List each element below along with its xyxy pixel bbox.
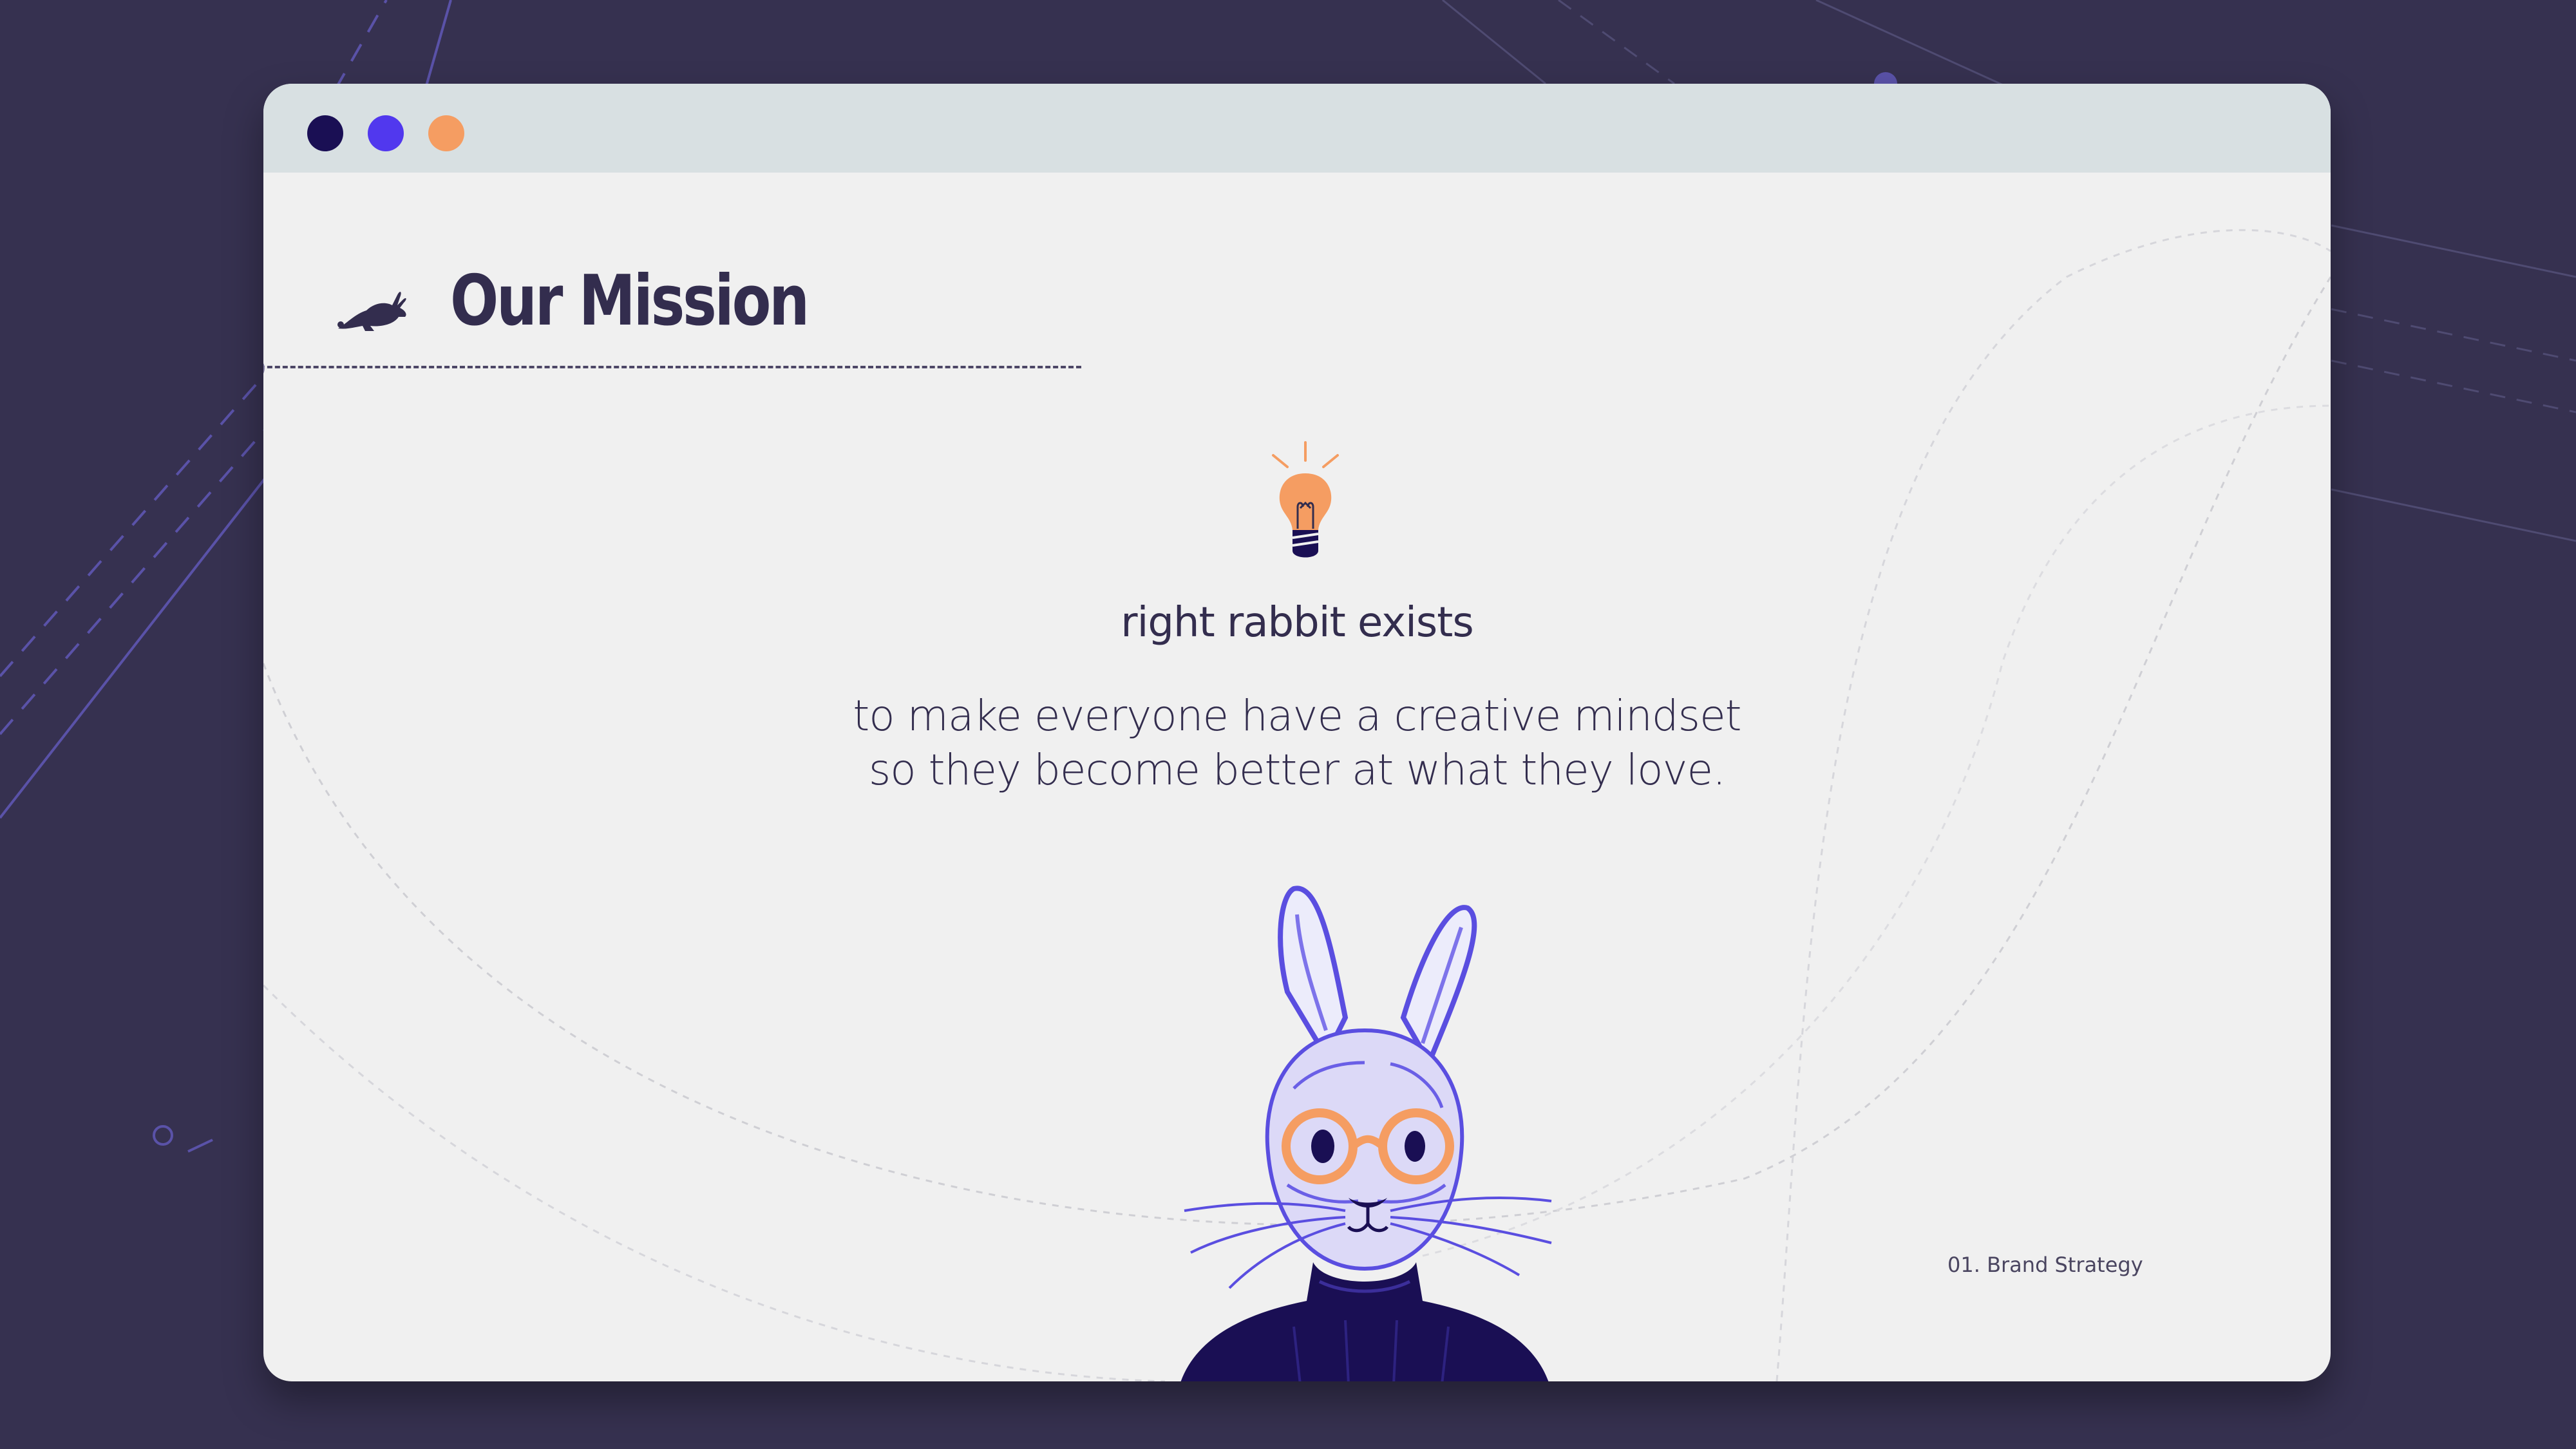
rabbit-icon [337,292,406,331]
title-divider [263,366,1081,368]
mission-statement: to make everyone have a creative mindset… [653,689,1941,797]
mission-line: to make everyone have a creative mindset [853,691,1741,741]
window-dot-orange[interactable] [428,115,464,151]
page-title: Our Mission [450,261,810,341]
rabbit-with-glasses-illustration [1180,886,1552,1381]
mission-subtitle: right rabbit exists [1121,599,1473,647]
browser-window: Our Mission right rabbit exists to make … [263,84,2331,1381]
footer-section-label: 01. Brand Strategy [1947,1253,2143,1277]
lightbulb-icon [1272,441,1339,558]
window-dot-violet[interactable] [368,115,404,151]
mission-line: so they become better at what they love. [868,745,1726,795]
window-dot-dark[interactable] [307,115,343,151]
window-titlebar [263,84,2331,173]
